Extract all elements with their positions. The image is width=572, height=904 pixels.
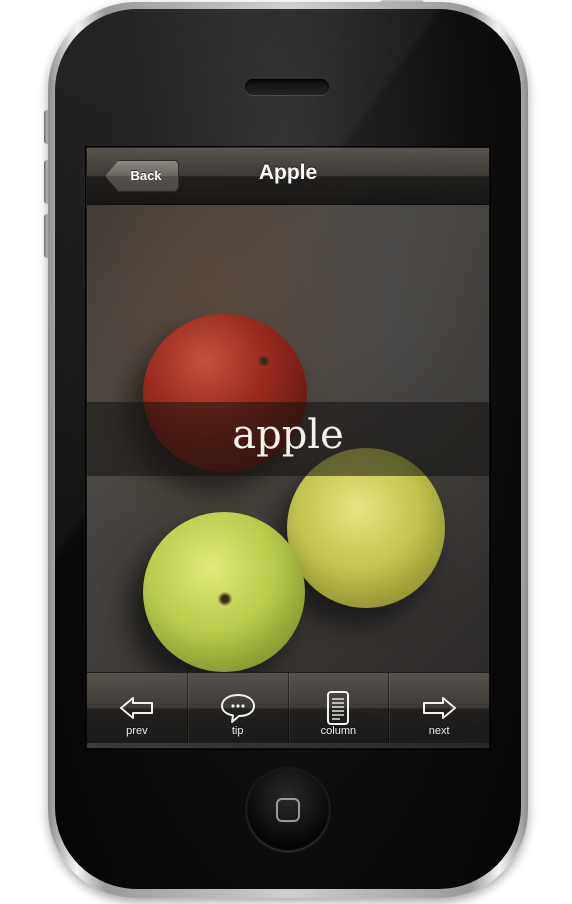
- arrow-left-icon: [119, 697, 153, 719]
- column-button[interactable]: column: [289, 673, 390, 743]
- apple-stem: [217, 592, 233, 606]
- column-label: column: [320, 725, 357, 737]
- arrow-right-icon: [423, 697, 457, 719]
- document-icon: [327, 691, 350, 725]
- tip-label: tip: [231, 725, 244, 737]
- back-button[interactable]: Back: [105, 160, 179, 192]
- navigation-bar: Back Apple: [87, 148, 489, 205]
- apple-stem: [257, 356, 271, 366]
- speech-bubble-icon: [220, 694, 255, 723]
- prev-button[interactable]: prev: [87, 673, 188, 743]
- hero-title-band: apple: [87, 402, 489, 476]
- next-label: next: [428, 725, 450, 737]
- next-button[interactable]: next: [389, 673, 489, 743]
- bottom-toolbar: prev tip column next: [87, 672, 489, 743]
- prev-label: prev: [126, 725, 148, 737]
- green-apple-left: [143, 512, 305, 672]
- earpiece-speaker: [245, 79, 329, 95]
- home-button[interactable]: [246, 768, 330, 852]
- tip-button[interactable]: tip: [188, 673, 289, 743]
- hero-title: apple: [232, 412, 344, 458]
- app-screen: Back Apple apple prev tip column next: [87, 148, 489, 748]
- page-title: Apple: [258, 161, 318, 184]
- home-square-icon: [276, 798, 300, 822]
